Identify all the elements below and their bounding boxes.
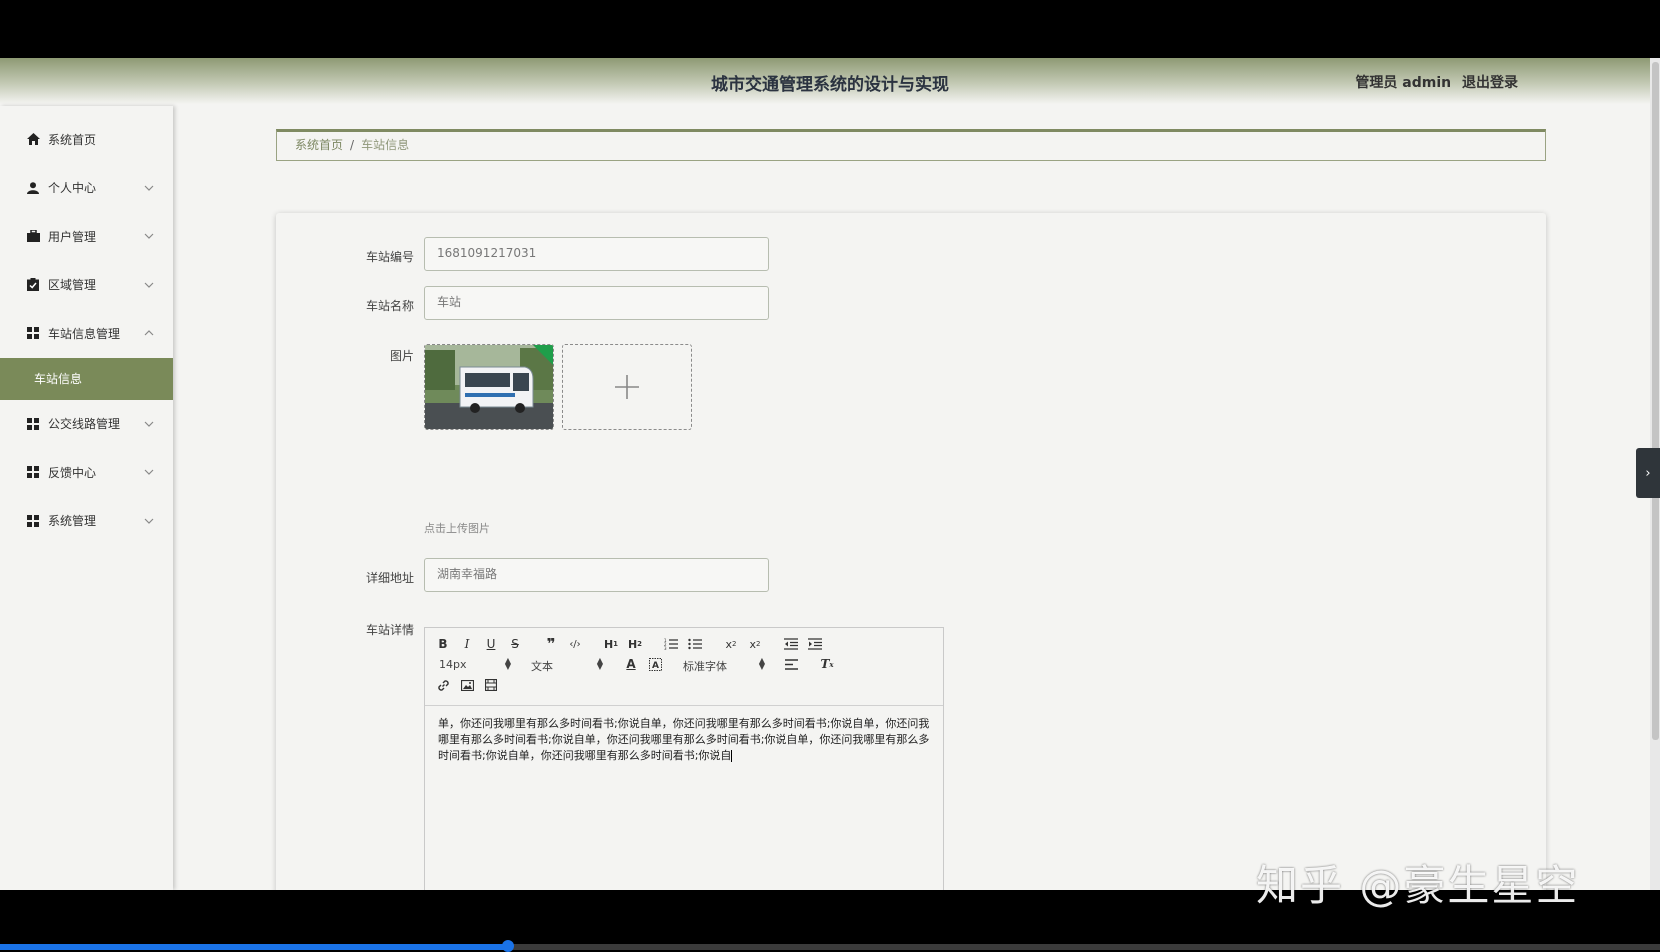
strikethrough-icon[interactable]: S [506, 635, 524, 653]
font-family-value: 标准字体 [683, 660, 727, 673]
block-format-select[interactable]: 文本 ▲ ▼ [531, 656, 603, 674]
sidebar-item-label: 车站信息管理 [48, 326, 121, 341]
breadcrumb-home-link[interactable]: 系统首页 [295, 138, 343, 152]
underline-icon[interactable]: U [482, 635, 500, 653]
home-icon [26, 132, 40, 146]
upload-hint: 点击上传图片 [424, 522, 490, 535]
background-color-icon[interactable]: A [646, 655, 664, 673]
breadcrumb-separator: / [350, 138, 355, 152]
image-icon[interactable] [458, 676, 476, 694]
chevron-down-icon [144, 233, 154, 240]
form-card: 车站编号 1681091217031 车站名称 车站 图片 点击上传图片 详细地… [276, 213, 1546, 890]
heading2-icon[interactable]: H2 [626, 635, 644, 653]
font-family-select[interactable]: 标准字体 ▲ ▼ [683, 656, 765, 674]
chevron-down-icon [144, 518, 154, 524]
sidebar-item-bus-routes[interactable]: 公交线路管理 [0, 400, 173, 449]
clear-format-icon[interactable]: Tx [818, 655, 836, 673]
select-arrows-icon: ▲ ▼ [758, 656, 765, 671]
logout-link[interactable]: 退出登录 [1462, 75, 1518, 91]
select-arrows-icon: ▲ ▼ [504, 656, 511, 671]
outdent-icon[interactable] [782, 635, 800, 653]
editor-toolbar: B I U S ❞ ‹/› H1 H2 123 x2 x2 14px ▲ ▼ 文… [425, 628, 943, 706]
image-label: 图片 [389, 349, 414, 363]
grid-icon [26, 514, 40, 528]
svg-text:A: A [652, 661, 659, 671]
sidebar-item-feedback[interactable]: 反馈中心 [0, 448, 173, 497]
chevron-down-icon [144, 282, 154, 288]
editor-content[interactable]: 单，你还问我哪里有那么多时间看书;你说自单，你还问我哪里有那么多时间看书;你说自… [425, 706, 943, 774]
sidebar-item-label: 公交线路管理 [48, 417, 121, 432]
video-progress-handle[interactable] [502, 940, 514, 952]
superscript-icon[interactable]: x2 [746, 635, 764, 653]
address-input[interactable]: 湖南幸福路 [424, 558, 769, 592]
italic-icon[interactable]: I [458, 635, 476, 653]
blockquote-icon[interactable]: ❞ [542, 635, 560, 653]
sidebar-subitem-station-info[interactable]: 车站信息 [0, 357, 173, 400]
chevron-down-icon [144, 469, 154, 476]
sidebar-item-users[interactable]: 用户管理 [0, 212, 173, 261]
sidebar: 系统首页 个人中心 用户管理 区域管理 车站信息管理 车站信息 公交线路管理 反… [0, 106, 173, 890]
font-size-value: 14px [439, 658, 467, 671]
ordered-list-icon[interactable]: 123 [662, 635, 680, 653]
svg-text:3: 3 [664, 646, 667, 650]
video-icon[interactable] [482, 676, 500, 694]
add-image-button[interactable] [562, 344, 692, 430]
font-color-icon[interactable]: A [622, 655, 640, 673]
user-area: 管理员 admin 退出登录 [1349, 72, 1518, 92]
breadcrumb-current: 车站信息 [361, 138, 410, 152]
station-no-label: 车站编号 [365, 250, 414, 264]
sidebar-item-label: 区域管理 [48, 278, 97, 293]
scrollbar-thumb[interactable] [1652, 62, 1659, 740]
font-size-select[interactable]: 14px ▲ ▼ [439, 656, 511, 672]
link-icon[interactable] [434, 676, 452, 694]
select-arrows-icon: ▲ ▼ [596, 656, 603, 671]
briefcase-icon [26, 229, 40, 243]
side-panel-toggle[interactable]: › [1636, 448, 1660, 498]
text-caret [731, 750, 733, 762]
editor-text: 单，你还问我哪里有那么多时间看书;你说自单，你还问我哪里有那么多时间看书;你说自… [438, 717, 930, 762]
user-label: 管理员 admin [1355, 75, 1452, 91]
indent-icon[interactable] [806, 635, 824, 653]
bold-icon[interactable]: B [434, 635, 452, 653]
code-icon[interactable]: ‹/› [566, 635, 584, 653]
sidebar-item-station-management[interactable]: 车站信息管理 [0, 309, 173, 358]
chevron-down-icon [144, 185, 154, 191]
sidebar-item-label: 系统首页 [48, 132, 97, 147]
station-no-input[interactable]: 1681091217031 [424, 237, 769, 271]
user-icon [26, 181, 40, 195]
sidebar-item-label: 用户管理 [48, 229, 97, 244]
clipboard-icon [26, 278, 40, 292]
align-icon[interactable] [782, 655, 800, 673]
sidebar-item-home[interactable]: 系统首页 [0, 115, 173, 164]
grid-icon [26, 465, 40, 479]
detail-label: 车站详情 [365, 623, 414, 637]
rich-text-editor[interactable]: B I U S ❞ ‹/› H1 H2 123 x2 x2 14px ▲ ▼ 文… [424, 627, 944, 890]
chevron-right-icon: › [1645, 465, 1651, 481]
app-window: 城市交通管理系统的设计与实现 管理员 admin 退出登录 系统首页 个人中心 … [0, 58, 1660, 890]
chevron-down-icon [144, 421, 154, 427]
video-progress-fill [0, 944, 510, 950]
grid-icon [26, 417, 40, 431]
bullet-list-icon[interactable] [686, 635, 704, 653]
block-format-value: 文本 [531, 660, 553, 673]
top-header: 城市交通管理系统的设计与实现 管理员 admin 退出登录 [0, 58, 1650, 104]
station-image-thumbnail[interactable] [424, 344, 554, 430]
grid-icon [26, 326, 40, 340]
address-label: 详细地址 [365, 571, 414, 585]
plus-icon [615, 375, 639, 399]
sidebar-item-personal[interactable]: 个人中心 [0, 164, 173, 213]
breadcrumb: 系统首页 / 车站信息 [276, 129, 1546, 161]
chevron-up-icon [144, 330, 154, 336]
station-name-label: 车站名称 [365, 299, 414, 313]
heading1-icon[interactable]: H1 [602, 635, 620, 653]
sidebar-item-label: 系统管理 [48, 514, 97, 529]
sidebar-item-system[interactable]: 系统管理 [0, 497, 173, 546]
station-name-input[interactable]: 车站 [424, 286, 769, 320]
sidebar-item-label: 反馈中心 [48, 465, 97, 480]
sidebar-item-label: 个人中心 [48, 181, 97, 196]
watermark: 知乎 @豪生星空 [1256, 861, 1580, 910]
sidebar-item-regions[interactable]: 区域管理 [0, 261, 173, 310]
subscript-icon[interactable]: x2 [722, 635, 740, 653]
